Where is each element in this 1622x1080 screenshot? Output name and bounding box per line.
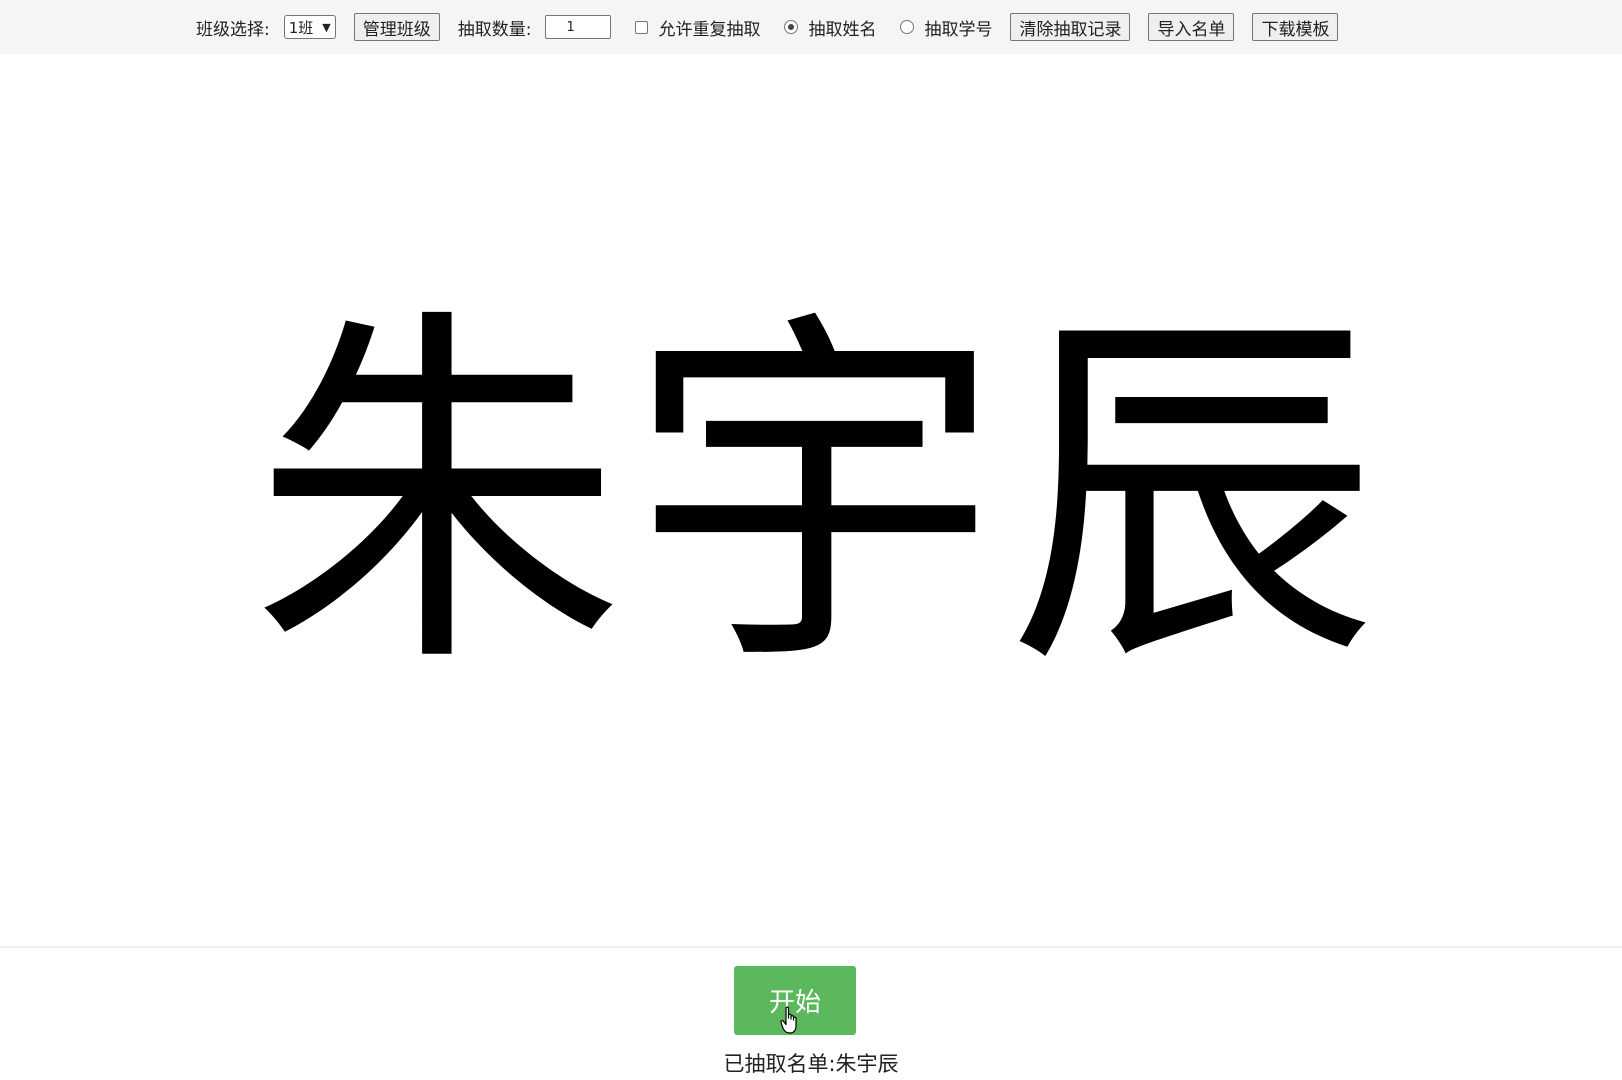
class-select-value: 1班 <box>288 18 314 37</box>
class-select-label: 班级选择: <box>196 19 270 40</box>
mode-name-label: 抽取姓名 <box>808 19 877 40</box>
clear-records-button[interactable]: 清除抽取记录 <box>1010 13 1131 41</box>
mode-name-option[interactable]: 抽取姓名 <box>784 15 876 40</box>
draw-count-label: 抽取数量: <box>457 19 532 40</box>
drawn-list-names: 朱宇辰 <box>835 1052 899 1076</box>
name-display-area: 朱宇辰 <box>0 54 1622 946</box>
chevron-down-icon: ▼ <box>322 20 331 34</box>
divider <box>0 946 1622 948</box>
download-template-button[interactable]: 下载模板 <box>1252 13 1339 41</box>
hand-pointer-icon <box>780 1006 797 1034</box>
mode-id-label: 抽取学号 <box>924 19 993 40</box>
toolbar-controls: 班级选择: 1班 ▼ 管理班级 抽取数量: 1 允许重复抽取 抽取姓名 抽取学号… <box>196 12 1339 42</box>
allow-repeat-label: 允许重复抽取 <box>658 19 761 40</box>
mode-name-radio[interactable] <box>784 20 799 34</box>
mode-id-radio[interactable] <box>900 20 915 34</box>
drawn-list-label: 已抽取名单: <box>723 1052 836 1076</box>
manage-class-button[interactable]: 管理班级 <box>353 13 440 41</box>
draw-count-input[interactable]: 1 <box>545 15 612 39</box>
current-name-display: 朱宇辰 <box>251 279 1385 712</box>
drawn-list: 已抽取名单:朱宇辰 <box>0 1048 1622 1078</box>
toolbar: 班级选择: 1班 ▼ 管理班级 抽取数量: 1 允许重复抽取 抽取姓名 抽取学号… <box>0 0 1622 55</box>
class-select[interactable]: 1班 ▼ <box>283 15 336 39</box>
allow-repeat-option[interactable]: 允许重复抽取 <box>635 15 760 40</box>
import-list-button[interactable]: 导入名单 <box>1148 13 1235 41</box>
mode-id-option[interactable]: 抽取学号 <box>900 15 992 40</box>
allow-repeat-checkbox[interactable] <box>635 20 649 34</box>
